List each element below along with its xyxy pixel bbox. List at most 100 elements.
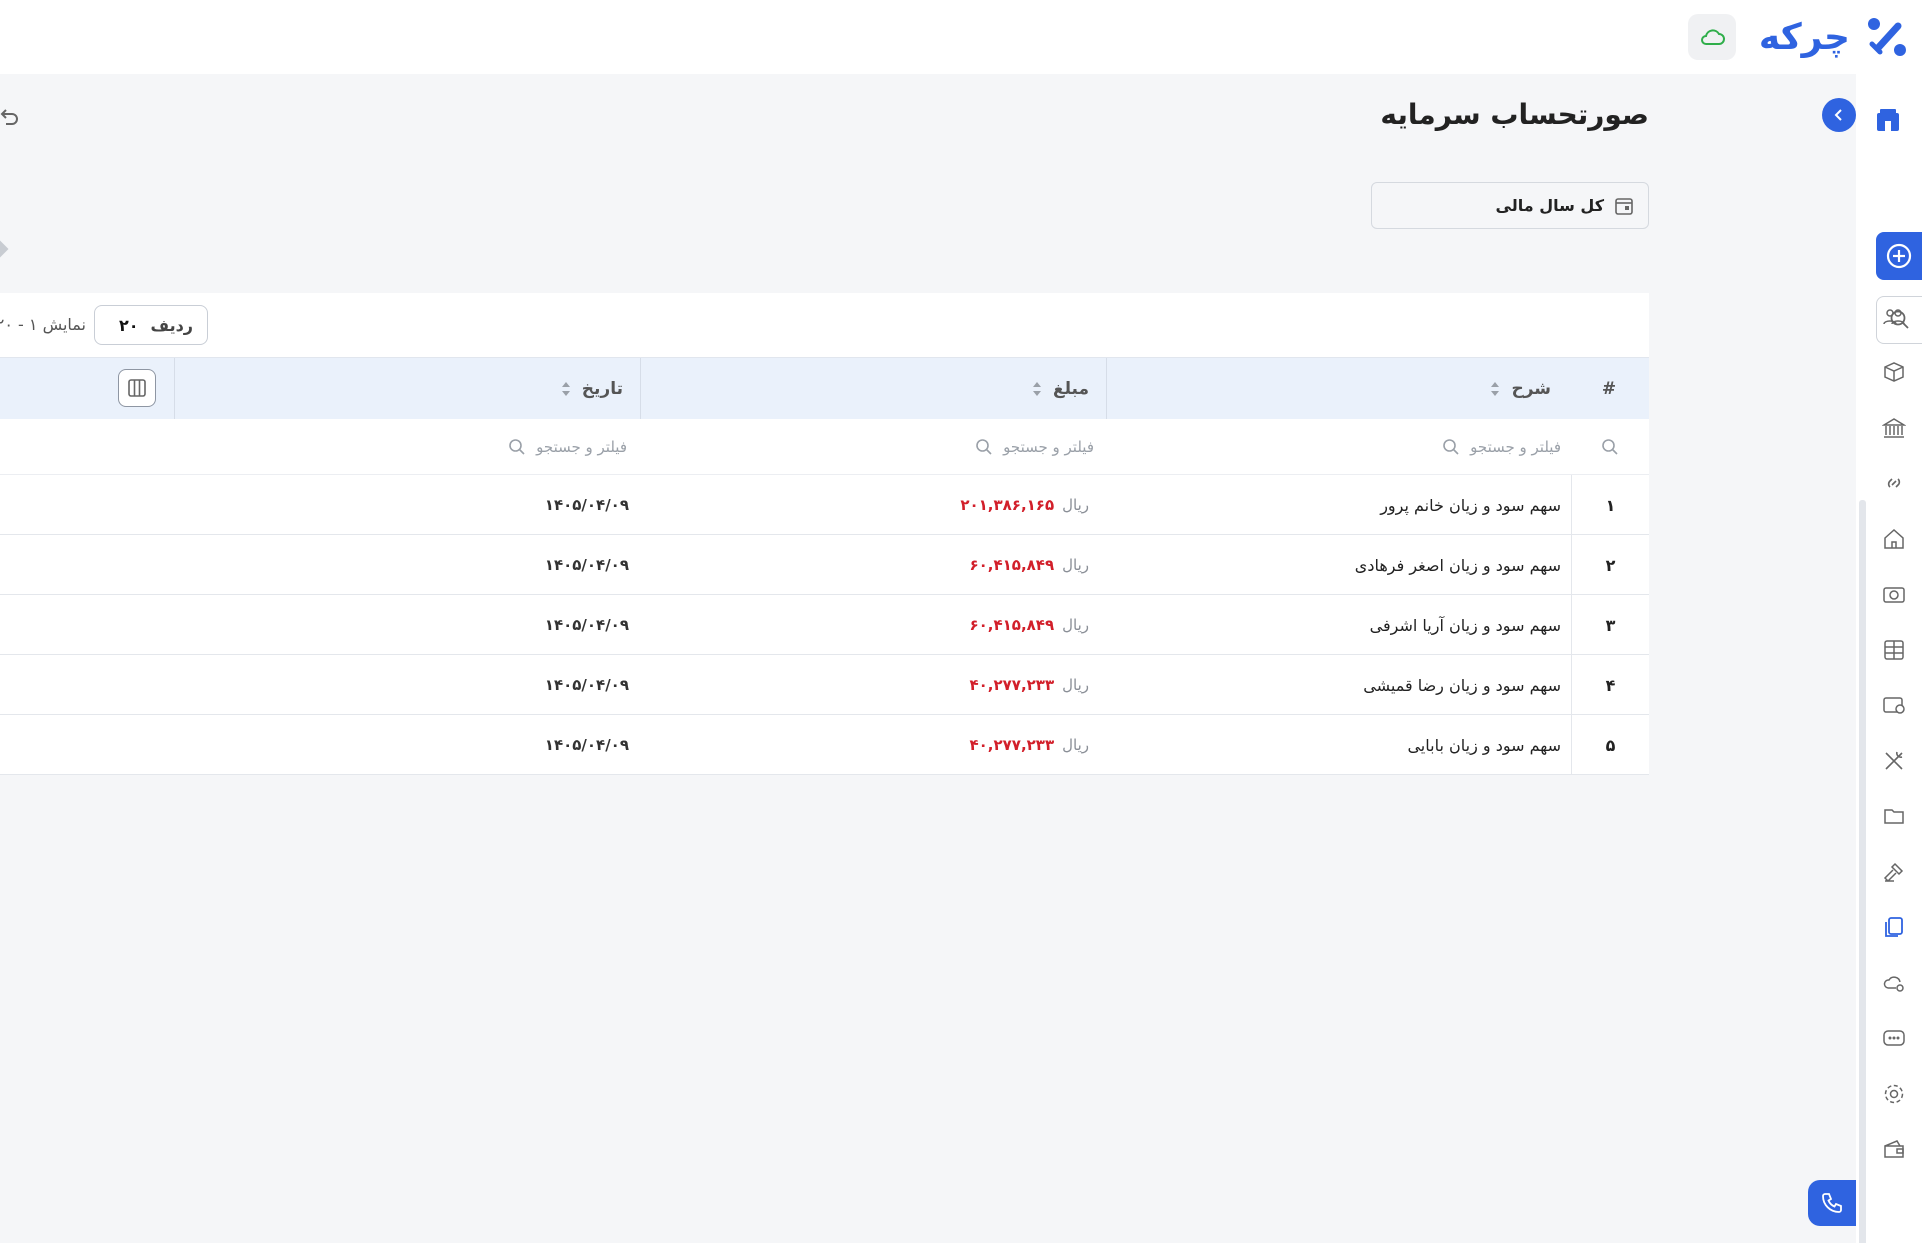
sidebar-item-cloud-settings[interactable] xyxy=(1880,969,1908,997)
bank-icon xyxy=(1882,418,1906,438)
expand-handle[interactable] xyxy=(0,240,9,258)
amount-value: ۶۰,۴۱۵,۸۴۹ xyxy=(969,556,1055,574)
column-header-description[interactable]: شرح xyxy=(1489,358,1551,420)
row-description: سهم سود و زیان رضا قمیشی xyxy=(1363,675,1561,695)
rows-per-page-label: ردیف xyxy=(150,315,193,335)
sort-icon[interactable] xyxy=(1031,379,1043,399)
back-arrow-icon[interactable] xyxy=(0,108,18,128)
brand-name: چرکه xyxy=(1758,16,1851,58)
app-page: چرکه صورتحساب سرمایه کل سال مالی نمایش ۱… xyxy=(0,0,1922,1243)
column-header-amount-label: مبلغ xyxy=(1052,379,1089,399)
brand-logo-icon xyxy=(1868,18,1906,56)
currency-label: ریال xyxy=(1062,676,1089,694)
table-row[interactable]: ۵ سهم سود و زیان بابایی ریال ۴۰,۲۷۷,۲۳۳ … xyxy=(0,715,1649,775)
sidebar-item-link[interactable] xyxy=(1880,469,1908,497)
sidebar-item-documents[interactable] xyxy=(1880,913,1908,941)
filter-description-input[interactable]: فیلتر و جستجو xyxy=(1442,419,1561,475)
home-icon xyxy=(1884,528,1904,549)
sidebar-scrollbar[interactable] xyxy=(1859,500,1866,1243)
filter-amount-placeholder: فیلتر و جستجو xyxy=(1003,438,1094,456)
sidebar-item-users[interactable] xyxy=(1880,303,1908,331)
amount-value: ۴۰,۲۷۷,۲۳۳ xyxy=(969,736,1055,754)
search-icon xyxy=(1602,439,1618,455)
row-index: ۳ xyxy=(1571,595,1649,655)
link-icon xyxy=(1887,478,1901,488)
pagination-summary: نمایش ۱ - ۲۰ xyxy=(0,315,86,334)
sidebar-collapse-button[interactable] xyxy=(1822,98,1856,132)
sidebar-item-calculator[interactable] xyxy=(1880,636,1908,664)
column-header-index: # xyxy=(1589,358,1629,420)
filter-row: فیلتر و جستجو فیلتر و جستجو فیلتر و جستج… xyxy=(0,419,1649,475)
folder-icon xyxy=(1884,809,1904,824)
box-icon xyxy=(1884,362,1904,382)
cloud-settings-icon xyxy=(1883,976,1904,992)
table-row[interactable]: ۲ سهم سود و زیان اصغر فرهادی ریال ۶۰,۴۱۵… xyxy=(0,535,1649,595)
row-description: سهم سود و زیان خانم پرور xyxy=(1380,495,1561,515)
row-amount: ریال ۴۰,۲۷۷,۲۳۳ xyxy=(969,655,1089,715)
hammer-icon xyxy=(1883,862,1904,883)
fiscal-period-select[interactable]: کل سال مالی xyxy=(1371,182,1649,229)
filter-date-placeholder: فیلتر و جستجو xyxy=(536,438,627,456)
store-icon[interactable] xyxy=(1874,106,1902,134)
rows-per-page-select[interactable]: ردیف ۲۰ xyxy=(94,305,208,345)
support-call-button[interactable] xyxy=(1808,1180,1856,1226)
fiscal-period-label: کل سال مالی xyxy=(1495,196,1604,215)
documents-icon xyxy=(1885,917,1903,937)
row-description: سهم سود و زیان آریا اشرفی xyxy=(1369,615,1561,635)
table-header: # شرح مبلغ تاریخ xyxy=(0,357,1649,420)
row-description: سهم سود و زیان اصغر فرهادی xyxy=(1354,555,1561,575)
currency-label: ریال xyxy=(1062,556,1089,574)
column-separator[interactable] xyxy=(1106,358,1107,420)
filter-amount-input[interactable]: فیلتر و جستجو xyxy=(975,419,1094,475)
row-index: ۵ xyxy=(1571,715,1649,775)
column-separator[interactable] xyxy=(640,358,641,420)
row-index: ۱ xyxy=(1571,475,1649,535)
amount-value: ۲۰۱,۳۸۶,۱۶۵ xyxy=(960,496,1055,514)
more-icon xyxy=(1883,1030,1905,1046)
rows-per-page-value: ۲۰ xyxy=(118,315,139,335)
column-header-index-label: # xyxy=(1601,379,1617,399)
sidebar-item-settings[interactable] xyxy=(1880,1080,1908,1108)
filter-date-input[interactable]: فیلتر و جستجو xyxy=(508,419,627,475)
table-row[interactable]: ۴ سهم سود و زیان رضا قمیشی ریال ۴۰,۲۷۷,۲… xyxy=(0,655,1649,715)
amount-value: ۶۰,۴۱۵,۸۴۹ xyxy=(969,616,1055,634)
calendar-icon xyxy=(1615,197,1633,215)
currency-label: ریال xyxy=(1062,496,1089,514)
sidebar-item-bank[interactable] xyxy=(1880,414,1908,442)
row-index: ۴ xyxy=(1571,655,1649,715)
row-amount: ریال ۴۰,۲۷۷,۲۳۳ xyxy=(969,715,1089,775)
row-amount: ریال ۲۰۱,۳۸۶,۱۶۵ xyxy=(960,475,1089,535)
brand-logo[interactable]: چرکه xyxy=(1759,12,1910,62)
column-header-date[interactable]: تاریخ xyxy=(560,358,623,420)
sidebar-item-wallet-check[interactable] xyxy=(1880,691,1908,719)
store-icon-glyph xyxy=(1877,109,1899,131)
row-index: ۲ xyxy=(1571,535,1649,595)
sidebar-item-home[interactable] xyxy=(1880,525,1908,553)
table-row[interactable]: ۱ سهم سود و زیان خانم پرور ریال ۲۰۱,۳۸۶,… xyxy=(0,475,1649,535)
sort-icon[interactable] xyxy=(560,379,572,399)
sidebar-item-camera-money[interactable] xyxy=(1880,580,1908,608)
sidebar-item-more[interactable] xyxy=(1880,1024,1908,1052)
column-separator[interactable] xyxy=(174,358,175,420)
sidebar-item-box[interactable] xyxy=(1880,358,1908,386)
tools-icon xyxy=(1885,751,1903,770)
filter-index-search[interactable] xyxy=(1601,419,1619,475)
sidebar-item-wallet[interactable] xyxy=(1880,1135,1908,1163)
sort-icon[interactable] xyxy=(1489,379,1501,399)
sidebar-item-folder[interactable] xyxy=(1880,802,1908,830)
grid-calc-icon xyxy=(1884,640,1904,660)
camera-money-icon xyxy=(1883,587,1905,603)
column-picker-button[interactable] xyxy=(118,369,156,407)
right-sidebar xyxy=(1856,74,1922,1243)
sidebar-item-hammer[interactable] xyxy=(1880,858,1908,886)
gear-icon xyxy=(1884,1084,1904,1104)
row-date: ۱۴۰۵/۰۴/۰۹ xyxy=(544,496,629,514)
row-date: ۱۴۰۵/۰۴/۰۹ xyxy=(544,676,629,694)
table-row[interactable]: ۳ سهم سود و زیان آریا اشرفی ریال ۶۰,۴۱۵,… xyxy=(0,595,1649,655)
cloud-sync-button[interactable] xyxy=(1688,14,1736,60)
row-date: ۱۴۰۵/۰۴/۰۹ xyxy=(544,556,629,574)
column-header-amount[interactable]: مبلغ xyxy=(1031,358,1089,420)
sidebar-item-tools[interactable] xyxy=(1880,747,1908,775)
add-new-button[interactable] xyxy=(1876,232,1922,280)
amount-value: ۴۰,۲۷۷,۲۳۳ xyxy=(969,676,1055,694)
